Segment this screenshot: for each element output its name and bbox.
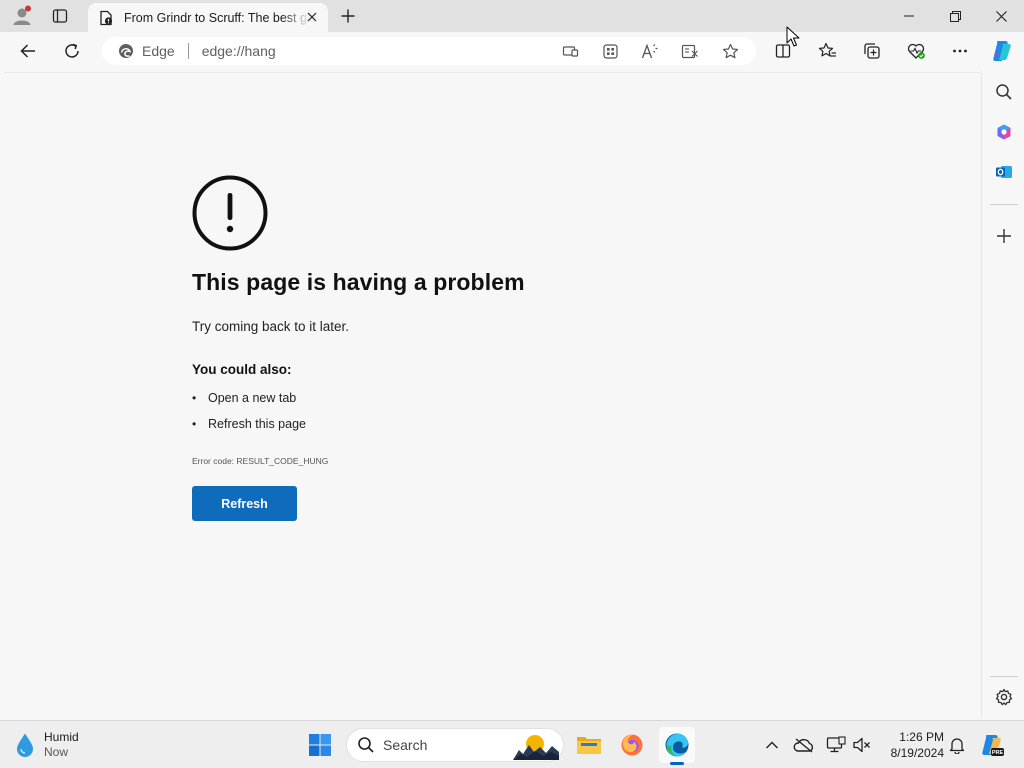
sidebar-add-button[interactable] [991, 223, 1017, 249]
onedrive-offline-icon [793, 738, 814, 753]
tab-close-icon[interactable] [304, 9, 320, 25]
settings-icon [995, 688, 1013, 706]
collections-button[interactable] [857, 36, 887, 66]
search-icon [996, 84, 1012, 100]
start-button[interactable] [302, 727, 338, 763]
suggestion-open-new-tab: Open a new tab [192, 389, 306, 415]
plus-icon [341, 9, 355, 23]
sidebar-divider [990, 204, 1018, 205]
humidity-drop-icon [17, 733, 33, 757]
sidebar-settings-button[interactable] [991, 684, 1017, 710]
mouse-cursor-icon [786, 26, 800, 47]
suggestions-heading: You could also: [192, 362, 292, 377]
firefox-icon [621, 734, 643, 756]
suggestion-refresh-page: Refresh this page [192, 415, 306, 441]
url-text[interactable]: edge://hang [202, 43, 276, 59]
show-hidden-icons-button[interactable] [760, 733, 784, 757]
search-label: Search [383, 737, 428, 753]
edge-icon [665, 733, 689, 757]
edge-taskbar-button[interactable] [659, 727, 695, 763]
profile-icon [13, 5, 31, 25]
error-page: This page is having a problem Try coming… [4, 72, 980, 717]
favorites-icon [818, 42, 836, 57]
file-explorer-button[interactable] [571, 727, 607, 763]
microsoft365-icon [997, 124, 1011, 140]
app-available-icon[interactable] [559, 40, 581, 62]
tab-actions-button[interactable] [42, 0, 78, 32]
copilot-button[interactable] [987, 36, 1017, 66]
suggestions-list: Open a new tab Refresh this page [192, 389, 306, 441]
refresh-icon [65, 43, 79, 58]
sidebar-outlook-button[interactable] [991, 159, 1017, 185]
site-identity-label: Edge [142, 43, 175, 59]
weather-widget[interactable]: Humid Now [14, 727, 104, 763]
bell-icon [949, 738, 965, 754]
settings-and-more-button[interactable] [945, 36, 975, 66]
clock-time: 1:26 PM [899, 730, 944, 744]
weather-condition: Humid [44, 730, 79, 744]
notifications-button[interactable] [945, 733, 969, 757]
system-clock[interactable]: 1:26 PM 8/19/2024 [880, 729, 944, 761]
search-icon [358, 737, 374, 753]
volume-button[interactable] [850, 733, 874, 757]
more-icon [953, 49, 967, 53]
back-button[interactable] [13, 36, 43, 66]
browser-essentials-button[interactable] [901, 36, 931, 66]
weather-time: Now [44, 745, 69, 759]
speaker-muted-icon [853, 737, 870, 753]
profile-button[interactable] [4, 0, 40, 32]
vertical-tabs-icon [52, 9, 68, 23]
address-separator [187, 43, 189, 59]
copilot-icon [993, 41, 1011, 61]
onedrive-button[interactable] [792, 733, 816, 757]
browser-essentials-icon [907, 43, 925, 59]
collections-icon [864, 43, 880, 59]
svg-text:PRE: PRE [992, 750, 1004, 756]
immersive-reader-icon[interactable] [679, 40, 701, 62]
error-exclamation-icon [192, 175, 268, 251]
new-tab-button[interactable] [332, 0, 364, 32]
minimize-button[interactable] [886, 0, 932, 32]
sidebar-microsoft365-button[interactable] [991, 119, 1017, 145]
file-explorer-icon [577, 737, 601, 754]
read-aloud-icon[interactable] [639, 40, 661, 62]
favorites-button[interactable] [812, 36, 842, 66]
refresh-button[interactable] [57, 36, 87, 66]
restore-button[interactable] [932, 0, 978, 32]
network-icon [826, 736, 846, 753]
copilot-taskbar-button[interactable]: PRE [978, 731, 1006, 759]
taskbar: Humid Now Search 1:26 PM 8/19/2024 PRE [0, 720, 1024, 768]
page-title: This page is having a problem [192, 269, 525, 295]
add-icon [997, 229, 1011, 243]
favorite-star-icon[interactable] [719, 40, 741, 62]
taskbar-search-box[interactable]: Search [346, 728, 564, 762]
error-subtitle: Try coming back to it later. [192, 319, 350, 334]
edge-logo-icon [119, 44, 133, 58]
apps-grid-icon[interactable] [599, 40, 621, 62]
firefox-button[interactable] [614, 727, 650, 763]
outlook-icon [996, 166, 1012, 178]
close-icon [995, 10, 1007, 22]
page-error-icon [98, 10, 114, 26]
sidebar-search-button[interactable] [991, 79, 1017, 105]
start-icon [309, 734, 331, 756]
network-button[interactable] [824, 733, 848, 757]
back-arrow-icon [20, 44, 35, 58]
title-bar: From Grindr to Scruff: The best gay dati… [0, 0, 1024, 32]
edge-sidebar [981, 70, 1024, 718]
active-app-indicator [670, 762, 684, 765]
clock-date: 8/19/2024 [890, 746, 944, 760]
copilot-preview-icon: PRE [982, 735, 1004, 756]
window-close-button[interactable] [978, 0, 1024, 32]
sidebar-bottom-divider [990, 676, 1018, 677]
minimize-icon [904, 15, 914, 17]
chevron-up-icon [766, 741, 778, 749]
refresh-button[interactable]: Refresh [192, 486, 297, 521]
browser-tab[interactable]: From Grindr to Scruff: The best gay dati… [88, 3, 328, 32]
error-code: Error code: RESULT_CODE_HUNG [192, 456, 329, 466]
restore-icon [949, 10, 961, 22]
search-highlight-image-icon [513, 732, 559, 760]
address-bar[interactable]: Edge edge://hang [102, 37, 756, 65]
tab-title: From Grindr to Scruff: The best gay dati… [124, 10, 310, 25]
